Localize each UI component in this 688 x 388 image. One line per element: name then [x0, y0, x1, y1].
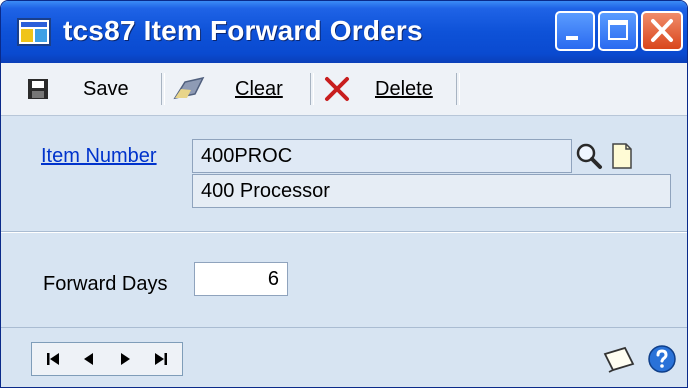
- help-icon: [648, 345, 676, 373]
- item-description: 400 Processor: [201, 179, 330, 202]
- item-number-link[interactable]: Item Number: [41, 145, 157, 168]
- close-button[interactable]: [641, 11, 683, 51]
- toolbar-separator: [456, 73, 460, 105]
- item-forward-orders-window: tcs87 Item Forward Orders Save Clear Del…: [0, 0, 688, 388]
- forward-days-value: 6: [267, 267, 279, 290]
- delete-label: Delete: [375, 77, 433, 100]
- previous-record-icon: [84, 353, 93, 365]
- save-label: Save: [83, 77, 129, 100]
- maximize-icon: [608, 20, 628, 40]
- toolbar: Save Clear Delete: [1, 63, 687, 116]
- first-record-icon: [47, 353, 59, 365]
- save-icon: [28, 79, 48, 99]
- delete-button[interactable]: Delete: [323, 63, 433, 115]
- save-button[interactable]: Save: [27, 63, 129, 115]
- minimize-icon: [566, 36, 578, 40]
- maximize-button[interactable]: [598, 11, 638, 51]
- forward-days-input[interactable]: 6: [194, 262, 288, 296]
- clear-button[interactable]: Clear: [173, 63, 283, 115]
- eraser-icon: [173, 76, 205, 100]
- close-icon: [651, 19, 673, 42]
- note-icon: [603, 346, 635, 373]
- record-navigation: [31, 342, 183, 376]
- next-record-icon: [121, 353, 130, 365]
- help-button[interactable]: [647, 344, 677, 374]
- first-record-button[interactable]: [38, 343, 68, 375]
- next-record-button[interactable]: [110, 343, 140, 375]
- new-item-button[interactable]: [607, 139, 637, 173]
- toolbar-separator: [310, 73, 314, 105]
- window-icon: [17, 18, 51, 46]
- title-bar[interactable]: tcs87 Item Forward Orders: [1, 1, 687, 63]
- minimize-button[interactable]: [555, 11, 595, 51]
- previous-record-button[interactable]: [74, 343, 104, 375]
- note-button[interactable]: [601, 344, 637, 374]
- delete-icon: [325, 77, 349, 101]
- magnifier-icon: [576, 143, 602, 169]
- status-bar: [1, 327, 687, 387]
- clear-label: Clear: [235, 77, 283, 100]
- item-number-value: 400PROC: [201, 144, 293, 167]
- toolbar-separator: [161, 73, 165, 105]
- item-number-field[interactable]: 400PROC: [192, 139, 572, 173]
- lookup-button[interactable]: [573, 139, 605, 173]
- section-divider: [1, 231, 687, 233]
- last-record-icon: [155, 353, 167, 365]
- item-description-field: 400 Processor: [192, 174, 671, 208]
- new-document-icon: [612, 143, 632, 169]
- last-record-button[interactable]: [146, 343, 176, 375]
- window-title: tcs87 Item Forward Orders: [63, 15, 423, 46]
- forward-days-label: Forward Days: [43, 273, 168, 295]
